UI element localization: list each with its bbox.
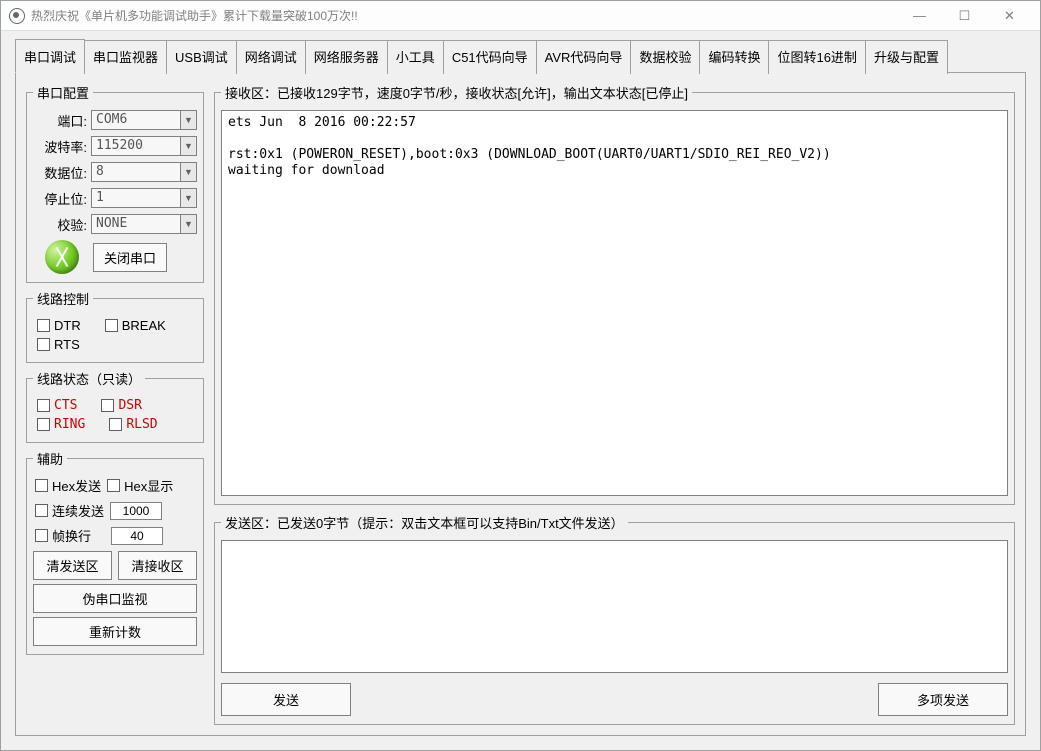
databits-combo[interactable]: 8 ▼ <box>91 162 197 182</box>
aux-group: 辅助 Hex发送 Hex显示 连续发送 1000 帧换行 40 清发送区 <box>26 449 204 655</box>
continuous-send-label: 连续发送 <box>52 501 104 520</box>
tab-panel: 串口配置 端口: COM6 ▼ 波特率: 115200 ▼ <box>15 72 1026 736</box>
clear-recv-button[interactable]: 清接收区 <box>118 551 197 580</box>
content-area: 串口调试 串口监视器 USB调试 网络调试 网络服务器 小工具 C51代码向导 … <box>1 31 1040 750</box>
right-column: 接收区：已接收129字节，速度0字节/秒，接收状态[允许]，输出文本状态[已停止… <box>214 83 1015 725</box>
rts-checkbox[interactable]: RTS <box>37 337 80 352</box>
databits-value: 8 <box>92 163 180 181</box>
hex-send-label: Hex发送 <box>52 476 101 495</box>
baud-label: 波特率: <box>33 137 87 156</box>
port-combo[interactable]: COM6 ▼ <box>91 110 197 130</box>
line-status-legend: 线路状态（只读） <box>33 369 145 388</box>
minimize-button[interactable]: — <box>897 2 942 30</box>
tab-bar: 串口调试 串口监视器 USB调试 网络调试 网络服务器 小工具 C51代码向导 … <box>15 39 1026 73</box>
dsr-label: DSR <box>118 398 141 413</box>
dtr-checkbox[interactable]: DTR <box>37 318 81 333</box>
hex-show-checkbox[interactable]: Hex显示 <box>107 476 173 495</box>
fake-serial-monitor-button[interactable]: 伪串口监视 <box>33 584 197 613</box>
receive-group: 接收区：已接收129字节，速度0字节/秒，接收状态[允许]，输出文本状态[已停止… <box>214 83 1015 505</box>
multi-send-button[interactable]: 多项发送 <box>878 683 1008 716</box>
titlebar: 热烈庆祝《单片机多功能调试助手》累计下载量突破100万次!! — ☐ ✕ <box>1 1 1040 31</box>
receive-legend: 接收区：已接收129字节，速度0字节/秒，接收状态[允许]，输出文本状态[已停止… <box>221 83 692 102</box>
send-group: 发送区：已发送0字节（提示：双击文本框可以支持Bin/Txt文件发送） 发送 多… <box>214 513 1015 725</box>
dsr-indicator: DSR <box>101 398 141 413</box>
parity-label: 校验: <box>33 215 87 234</box>
dtr-label: DTR <box>54 318 81 333</box>
linewrap-checkbox[interactable]: 帧换行 <box>35 526 91 545</box>
chevron-down-icon[interactable]: ▼ <box>180 137 196 155</box>
line-control-group: 线路控制 DTR BREAK RTS <box>26 289 204 363</box>
tab-encoding[interactable]: 编码转换 <box>699 40 769 74</box>
tab-net-debug[interactable]: 网络调试 <box>236 40 306 74</box>
line-control-legend: 线路控制 <box>33 289 93 308</box>
clear-send-button[interactable]: 清发送区 <box>33 551 112 580</box>
send-textarea[interactable] <box>221 540 1008 673</box>
maximize-button[interactable]: ☐ <box>942 2 987 30</box>
rlsd-label: RLSD <box>126 417 157 432</box>
break-label: BREAK <box>122 318 166 333</box>
continuous-send-checkbox[interactable]: 连续发送 <box>35 501 104 520</box>
hex-send-checkbox[interactable]: Hex发送 <box>35 476 101 495</box>
ring-indicator: RING <box>37 417 85 432</box>
serial-config-legend: 串口配置 <box>33 83 93 102</box>
chevron-down-icon[interactable]: ▼ <box>180 189 196 207</box>
chevron-down-icon[interactable]: ▼ <box>180 215 196 233</box>
connection-status-icon[interactable] <box>45 240 79 274</box>
databits-label: 数据位: <box>33 163 87 182</box>
baud-value: 115200 <box>92 137 180 155</box>
rts-label: RTS <box>54 337 80 352</box>
rlsd-indicator: RLSD <box>109 417 157 432</box>
tab-tools[interactable]: 小工具 <box>387 40 444 74</box>
aux-legend: 辅助 <box>33 449 67 468</box>
cts-label: CTS <box>54 398 77 413</box>
close-button[interactable]: ✕ <box>987 2 1032 30</box>
baud-combo[interactable]: 115200 ▼ <box>91 136 197 156</box>
break-checkbox[interactable]: BREAK <box>105 318 166 333</box>
app-window: 热烈庆祝《单片机多功能调试助手》累计下载量突破100万次!! — ☐ ✕ 串口调… <box>0 0 1041 751</box>
window-title: 热烈庆祝《单片机多功能调试助手》累计下载量突破100万次!! <box>31 7 897 24</box>
port-value: COM6 <box>92 111 180 129</box>
linewrap-value[interactable]: 40 <box>111 527 163 545</box>
recount-button[interactable]: 重新计数 <box>33 617 197 646</box>
cts-indicator: CTS <box>37 398 77 413</box>
close-serial-button[interactable]: 关闭串口 <box>93 243 167 272</box>
tab-serial-debug[interactable]: 串口调试 <box>15 39 85 73</box>
send-legend: 发送区：已发送0字节（提示：双击文本框可以支持Bin/Txt文件发送） <box>221 513 628 532</box>
stopbits-label: 停止位: <box>33 189 87 208</box>
tab-usb-debug[interactable]: USB调试 <box>166 40 237 74</box>
tab-c51-wizard[interactable]: C51代码向导 <box>443 40 537 74</box>
chevron-down-icon[interactable]: ▼ <box>180 111 196 129</box>
chevron-down-icon[interactable]: ▼ <box>180 163 196 181</box>
ring-label: RING <box>54 417 85 432</box>
left-column: 串口配置 端口: COM6 ▼ 波特率: 115200 ▼ <box>26 83 204 725</box>
continuous-send-value[interactable]: 1000 <box>110 502 162 520</box>
app-icon <box>9 8 25 24</box>
tab-checksum[interactable]: 数据校验 <box>630 40 700 74</box>
serial-config-group: 串口配置 端口: COM6 ▼ 波特率: 115200 ▼ <box>26 83 204 283</box>
linewrap-label: 帧换行 <box>52 526 91 545</box>
tab-upgrade[interactable]: 升级与配置 <box>865 40 948 74</box>
send-button[interactable]: 发送 <box>221 683 351 716</box>
port-label: 端口: <box>33 111 87 130</box>
tab-serial-monitor[interactable]: 串口监视器 <box>84 40 167 74</box>
stopbits-combo[interactable]: 1 ▼ <box>91 188 197 208</box>
tab-avr-wizard[interactable]: AVR代码向导 <box>536 40 632 74</box>
window-buttons: — ☐ ✕ <box>897 2 1032 30</box>
tab-bitmap-hex[interactable]: 位图转16进制 <box>768 40 865 74</box>
tab-net-server[interactable]: 网络服务器 <box>305 40 388 74</box>
hex-show-label: Hex显示 <box>124 476 173 495</box>
parity-combo[interactable]: NONE ▼ <box>91 214 197 234</box>
line-status-group: 线路状态（只读） CTS DSR RING RLSD <box>26 369 204 443</box>
stopbits-value: 1 <box>92 189 180 207</box>
parity-value: NONE <box>92 215 180 233</box>
receive-textarea[interactable]: ets Jun 8 2016 00:22:57 rst:0x1 (POWERON… <box>221 110 1008 496</box>
